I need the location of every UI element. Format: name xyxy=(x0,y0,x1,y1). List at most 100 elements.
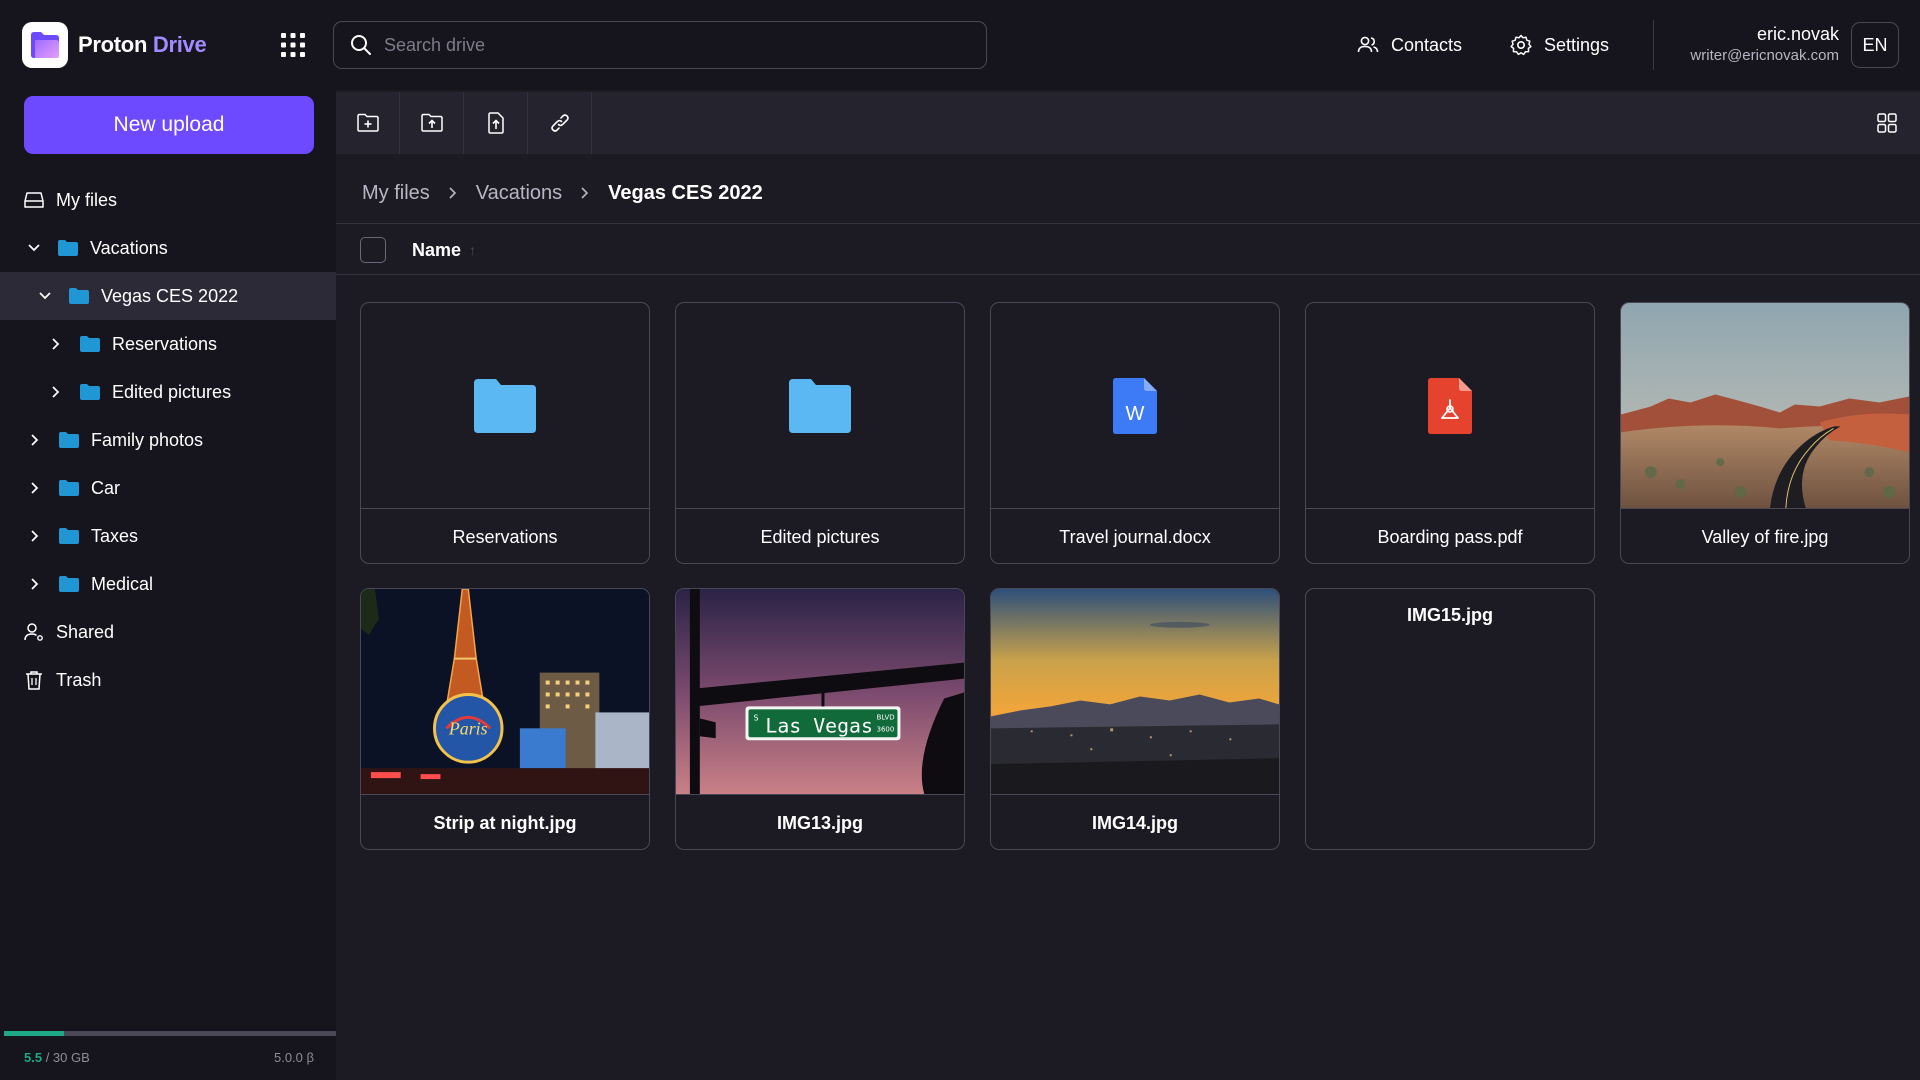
file-card-edited-pictures[interactable]: Edited pictures xyxy=(675,302,965,564)
folder-icon xyxy=(80,384,100,400)
chevron-right-icon[interactable] xyxy=(27,432,43,448)
gear-icon xyxy=(1510,34,1532,56)
file-card-boarding-pass[interactable]: Boarding pass.pdf xyxy=(1305,302,1595,564)
file-card-img14[interactable]: IMG14.jpg xyxy=(990,588,1280,850)
user-name: eric.novak xyxy=(1756,24,1839,44)
contacts-label: Contacts xyxy=(1391,34,1463,55)
file-name: Travel journal.docx xyxy=(1059,526,1211,547)
link-icon xyxy=(550,114,569,132)
sidebar-item-vacations[interactable]: Vacations xyxy=(0,224,336,272)
apps-grid-icon xyxy=(281,33,305,57)
settings-button[interactable]: Settings xyxy=(1510,30,1609,60)
list-header: Name ↑ xyxy=(336,226,1920,274)
folder-icon xyxy=(69,288,89,304)
contacts-button[interactable]: Contacts xyxy=(1357,30,1462,60)
proton-drive-logo[interactable]: Proton Drive xyxy=(22,22,207,68)
file-name: Strip at night.jpg xyxy=(433,812,577,833)
sidebar-item-label: Vegas CES 2022 xyxy=(101,285,239,306)
folder-icon xyxy=(58,240,78,256)
sidebar-item-label: My files xyxy=(56,189,118,210)
select-all-checkbox[interactable] xyxy=(360,237,386,263)
new-folder-icon xyxy=(356,113,379,132)
folder-icon xyxy=(789,378,851,433)
header-divider xyxy=(1653,20,1654,70)
chevron-right-icon[interactable] xyxy=(27,528,43,544)
breadcrumb-current: Vegas CES 2022 xyxy=(608,181,763,204)
folder-icon xyxy=(59,528,79,544)
file-name: Valley of fire.jpg xyxy=(1701,526,1829,547)
app-version: 5.0.0 β xyxy=(273,1050,314,1065)
sidebar-item-vegas-ces-2022[interactable]: Vegas CES 2022 xyxy=(0,272,336,320)
chevron-down-icon[interactable] xyxy=(37,288,53,304)
file-name: IMG13.jpg xyxy=(776,812,863,833)
toolbar xyxy=(336,92,1920,154)
language-button[interactable]: EN xyxy=(1851,22,1899,68)
share-link-button[interactable] xyxy=(528,92,592,154)
chevron-right-icon[interactable] xyxy=(48,384,64,400)
upload-file-icon xyxy=(487,112,504,134)
file-name: Edited pictures xyxy=(760,526,880,547)
sidebar-item-label: Car xyxy=(91,477,121,498)
photo-thumbnail-las-vegas-sign: Las Vegas S BLVD 3600 xyxy=(676,589,964,795)
sidebar-item-label: Trash xyxy=(56,669,102,690)
sidebar-item-label: Vacations xyxy=(90,237,168,258)
brand-name-second: Drive xyxy=(152,32,207,57)
chevron-right-icon[interactable] xyxy=(48,336,64,352)
chevron-right-icon xyxy=(448,186,458,200)
chevron-right-icon[interactable] xyxy=(27,576,43,592)
shared-user-icon xyxy=(24,622,44,642)
file-card-valley-of-fire[interactable]: Valley of fire.jpg xyxy=(1620,302,1910,564)
file-thumbnail xyxy=(361,303,649,509)
sidebar-item-family-photos[interactable]: Family photos xyxy=(0,416,336,464)
sidebar-item-label: Shared xyxy=(56,621,115,642)
sidebar-item-edited-pictures[interactable]: Edited pictures xyxy=(0,368,336,416)
storage-used: 5.5 xyxy=(24,1050,43,1065)
sidebar-item-car[interactable]: Car xyxy=(0,464,336,512)
street-sign-suffix: BLVD xyxy=(877,713,895,721)
file-name: IMG15.jpg xyxy=(1406,605,1493,625)
folder-icon xyxy=(474,378,536,433)
folder-icon xyxy=(59,480,79,496)
file-name: Reservations xyxy=(452,526,558,547)
search-icon xyxy=(351,35,371,55)
user-menu[interactable]: eric.novak writer@ericnovak.com xyxy=(1690,22,1839,66)
file-thumbnail xyxy=(676,303,964,509)
user-email: writer@ericnovak.com xyxy=(1690,47,1839,64)
upload-file-button[interactable] xyxy=(464,92,528,154)
sidebar-item-my-files[interactable]: My files xyxy=(0,176,336,224)
column-header-name[interactable]: Name xyxy=(412,240,461,261)
file-card-travel-journal[interactable]: W Travel journal.docx xyxy=(990,302,1280,564)
toggle-layout-button[interactable] xyxy=(1870,106,1904,140)
file-card-img15[interactable]: IMG15.jpg xyxy=(1305,588,1595,850)
file-card-reservations[interactable]: Reservations xyxy=(360,302,650,564)
breadcrumb-vacations[interactable]: Vacations xyxy=(476,182,562,205)
new-folder-button[interactable] xyxy=(336,92,400,154)
sidebar-item-label: Taxes xyxy=(91,525,139,546)
sidebar-item-reservations[interactable]: Reservations xyxy=(0,320,336,368)
search-input[interactable] xyxy=(384,22,986,68)
brand-name-first: Proton xyxy=(78,32,148,57)
sidebar-item-label: Family photos xyxy=(91,429,204,450)
sidebar-item-shared[interactable]: Shared xyxy=(0,608,336,656)
pdf-icon xyxy=(1428,377,1472,434)
brand-name: Proton Drive xyxy=(78,32,207,58)
sidebar-item-trash[interactable]: Trash xyxy=(0,656,336,704)
chevron-down-icon[interactable] xyxy=(26,240,42,256)
file-card-strip-at-night[interactable]: Paris Strip at night.jpg xyxy=(360,588,650,850)
upload-folder-button[interactable] xyxy=(400,92,464,154)
file-name: Boarding pass.pdf xyxy=(1377,526,1523,547)
app-switcher-button[interactable] xyxy=(274,30,312,60)
sidebar-item-taxes[interactable]: Taxes xyxy=(0,512,336,560)
svg-text:W: W xyxy=(1126,403,1145,425)
breadcrumb-my-files[interactable]: My files xyxy=(362,182,430,205)
search-bar[interactable] xyxy=(333,21,987,69)
sidebar-item-medical[interactable]: Medical xyxy=(0,560,336,608)
file-card-img13[interactable]: Las Vegas S BLVD 3600 IMG13.jpg xyxy=(675,588,965,850)
file-thumbnail xyxy=(1306,303,1594,509)
drive-icon xyxy=(24,191,44,209)
settings-label: Settings xyxy=(1544,34,1610,55)
new-upload-button[interactable]: New upload xyxy=(24,96,314,154)
sidebar-item-label: Edited pictures xyxy=(112,381,232,402)
chevron-right-icon[interactable] xyxy=(27,480,43,496)
breadcrumb: My files Vacations Vegas CES 2022 xyxy=(362,176,763,210)
